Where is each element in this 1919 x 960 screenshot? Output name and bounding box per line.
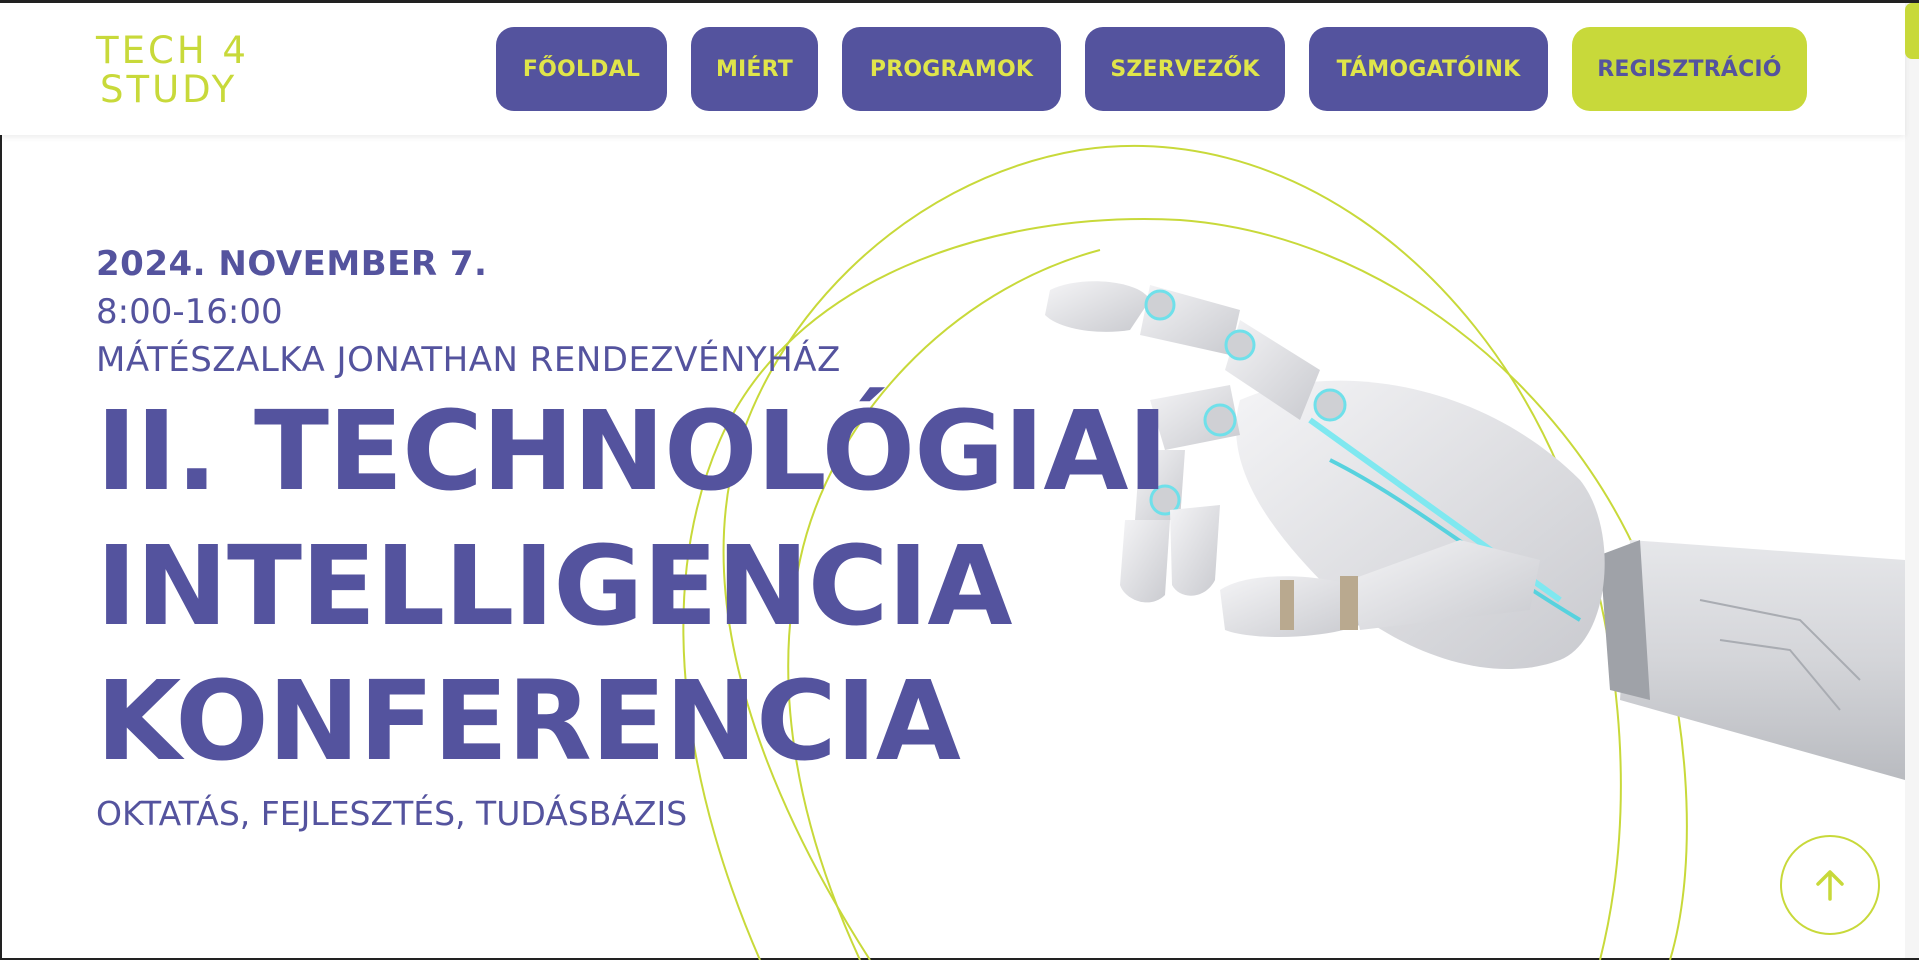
thumb-base [1350, 540, 1540, 630]
event-venue: MÁTÉSZALKA JONATHAN RENDEZVÉNYHÁZ [96, 340, 841, 380]
thumb-tip [1220, 576, 1360, 637]
ring-finger [1170, 505, 1220, 596]
thumb-joint [1340, 576, 1358, 630]
index-finger-base [1225, 320, 1320, 420]
circuit-line [1699, 599, 1861, 681]
scrollbar-thumb[interactable] [1905, 3, 1919, 59]
conference-subtitle: OKTATÁS, FEJLESZTÉS, TUDÁSBÁZIS [96, 794, 688, 833]
circuit-line [1719, 639, 1841, 711]
wrist-joint [1600, 540, 1650, 700]
logo-line-2: STUDY [100, 68, 238, 111]
conference-title: II. TECHNOLÓGIAI INTELLIGENCIA KONFERENC… [96, 384, 1168, 789]
event-time: 8:00-16:00 [96, 292, 283, 332]
logo-line-1: TECH 4 [96, 29, 249, 72]
hero-section: 2024. NOVEMBER 7. 8:00-16:00 MÁTÉSZALKA … [96, 240, 1168, 837]
tech4study-logo[interactable]: TECH 4 STUDY [96, 31, 249, 109]
nav-item-szervezok[interactable]: SZERVEZŐK [1085, 27, 1285, 111]
joint-ring [1224, 329, 1256, 361]
title-line-1: II. TECHNOLÓGIAI [96, 387, 1168, 515]
nav-item-fooldal[interactable]: FŐOLDAL [496, 27, 667, 111]
glow-tendon [1329, 458, 1582, 622]
window-left-border [0, 0, 2, 960]
joint-ring [1313, 388, 1347, 422]
joint-ring [1203, 403, 1237, 437]
robot-hand-icon [1045, 281, 1905, 780]
main-nav: FŐOLDAL MIÉRT PROGRAMOK SZERVEZŐK TÁMOGA… [496, 27, 1807, 111]
register-button[interactable]: REGISZTRÁCIÓ [1572, 27, 1807, 111]
scrollbar-track[interactable] [1905, 3, 1919, 958]
nav-item-tamogatoink[interactable]: TÁMOGATÓINK [1309, 27, 1548, 111]
thumb-joint [1280, 580, 1294, 630]
site-header: TECH 4 STUDY FŐOLDAL MIÉRT PROGRAMOK SZE… [0, 3, 1905, 135]
scroll-to-top-button[interactable] [1780, 835, 1880, 935]
glow-tendon [1308, 417, 1562, 603]
palm [1236, 380, 1605, 670]
forearm [1620, 540, 1905, 780]
nav-item-programok[interactable]: PROGRAMOK [842, 27, 1061, 111]
nav-item-miert[interactable]: MIÉRT [691, 27, 818, 111]
title-line-2: INTELLIGENCIA [96, 522, 1013, 650]
event-date: 2024. NOVEMBER 7. [96, 244, 488, 284]
arrow-up-icon [1816, 870, 1844, 901]
title-line-3: KONFERENCIA [96, 657, 961, 785]
